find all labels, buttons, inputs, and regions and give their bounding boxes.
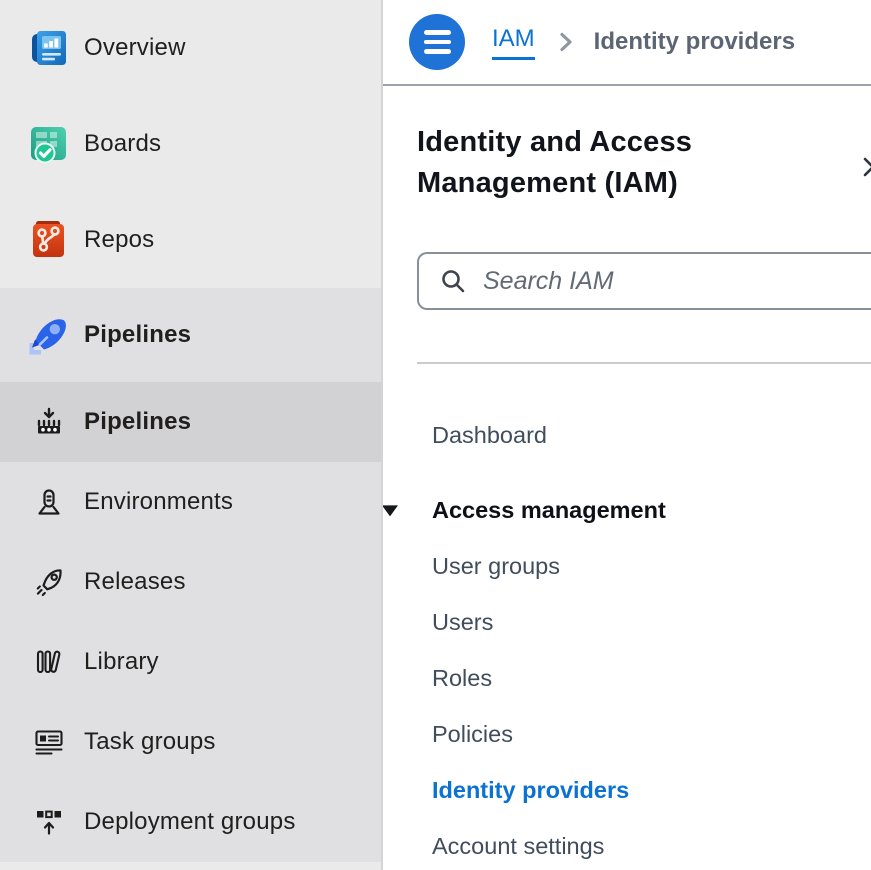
- sidebar-item-label: Deployment groups: [84, 808, 296, 836]
- nav-item-account-settings[interactable]: Account settings: [417, 818, 871, 870]
- search-box[interactable]: [417, 252, 871, 310]
- nav-item-policies[interactable]: Policies: [417, 706, 871, 762]
- sidebar-item-label: Pipelines: [84, 321, 191, 349]
- sidebar-item-pipelines[interactable]: Pipelines: [0, 382, 381, 462]
- sidebar-item-label: Overview: [84, 34, 186, 62]
- overview-icon: [26, 26, 72, 70]
- sidebar-item-label: Library: [84, 648, 159, 676]
- task-groups-icon: [26, 726, 72, 758]
- pipelines-rocket-icon: [26, 312, 72, 358]
- iam-console-panel: IAM Identity providers Identity and Acce…: [383, 0, 871, 870]
- breadcrumb-bar: IAM Identity providers: [383, 0, 871, 86]
- nav-item-users[interactable]: Users: [417, 594, 871, 650]
- releases-icon: [26, 566, 72, 598]
- iam-nav-panel: Identity and Access Management (IAM) Das…: [383, 122, 871, 870]
- deployment-groups-icon: [26, 807, 72, 837]
- sidebar-item-label: Task groups: [84, 728, 216, 756]
- nav-item-roles[interactable]: Roles: [417, 650, 871, 706]
- nav-item-dashboard[interactable]: Dashboard: [417, 407, 871, 463]
- repos-icon: [26, 218, 72, 262]
- nav-section-access-management[interactable]: Access management: [417, 482, 871, 538]
- sidebar-item-label: Repos: [84, 226, 154, 254]
- sidebar-item-boards[interactable]: Boards: [0, 96, 381, 192]
- sidebar-item-overview[interactable]: Overview: [0, 0, 381, 96]
- iam-nav-list: Dashboard Access management User groups …: [417, 407, 871, 870]
- environments-icon: [26, 487, 72, 517]
- sidebar-item-label: Environments: [84, 488, 233, 516]
- pipeline-runs-icon: [26, 406, 72, 438]
- hamburger-menu-icon[interactable]: [409, 14, 465, 70]
- sidebar-item-label: Pipelines: [84, 408, 191, 436]
- sidebar-item-pipelines-group[interactable]: Pipelines: [0, 288, 381, 382]
- sidebar-item-deployment-groups[interactable]: Deployment groups: [0, 782, 381, 862]
- project-sidebar: Overview Boards: [0, 0, 383, 870]
- sidebar-item-library[interactable]: Library: [0, 622, 381, 702]
- sidebar-pipelines-group: Pipelines Pipe: [0, 288, 381, 862]
- breadcrumb-current: Identity providers: [594, 28, 795, 56]
- breadcrumb-root-link[interactable]: IAM: [492, 25, 535, 60]
- nav-item-user-groups[interactable]: User groups: [417, 538, 871, 594]
- chevron-right-icon: [555, 30, 577, 54]
- search-input[interactable]: [483, 267, 783, 296]
- library-icon: [26, 647, 72, 677]
- sidebar-item-releases[interactable]: Releases: [0, 542, 381, 622]
- divider: [417, 362, 871, 364]
- app-window: Overview Boards: [0, 0, 871, 870]
- close-panel-icon[interactable]: [860, 154, 871, 180]
- sidebar-item-task-groups[interactable]: Task groups: [0, 702, 381, 782]
- caret-down-icon: [383, 505, 398, 516]
- search-icon: [439, 267, 467, 295]
- nav-item-identity-providers[interactable]: Identity providers: [417, 762, 871, 818]
- sidebar-item-label: Releases: [84, 568, 186, 596]
- sidebar-item-label: Boards: [84, 130, 161, 158]
- page-title: Identity and Access Management (IAM): [417, 122, 777, 204]
- boards-icon: [26, 122, 72, 166]
- sidebar-item-repos[interactable]: Repos: [0, 192, 381, 288]
- nav-section-label: Access management: [432, 497, 666, 524]
- sidebar-item-environments[interactable]: Environments: [0, 462, 381, 542]
